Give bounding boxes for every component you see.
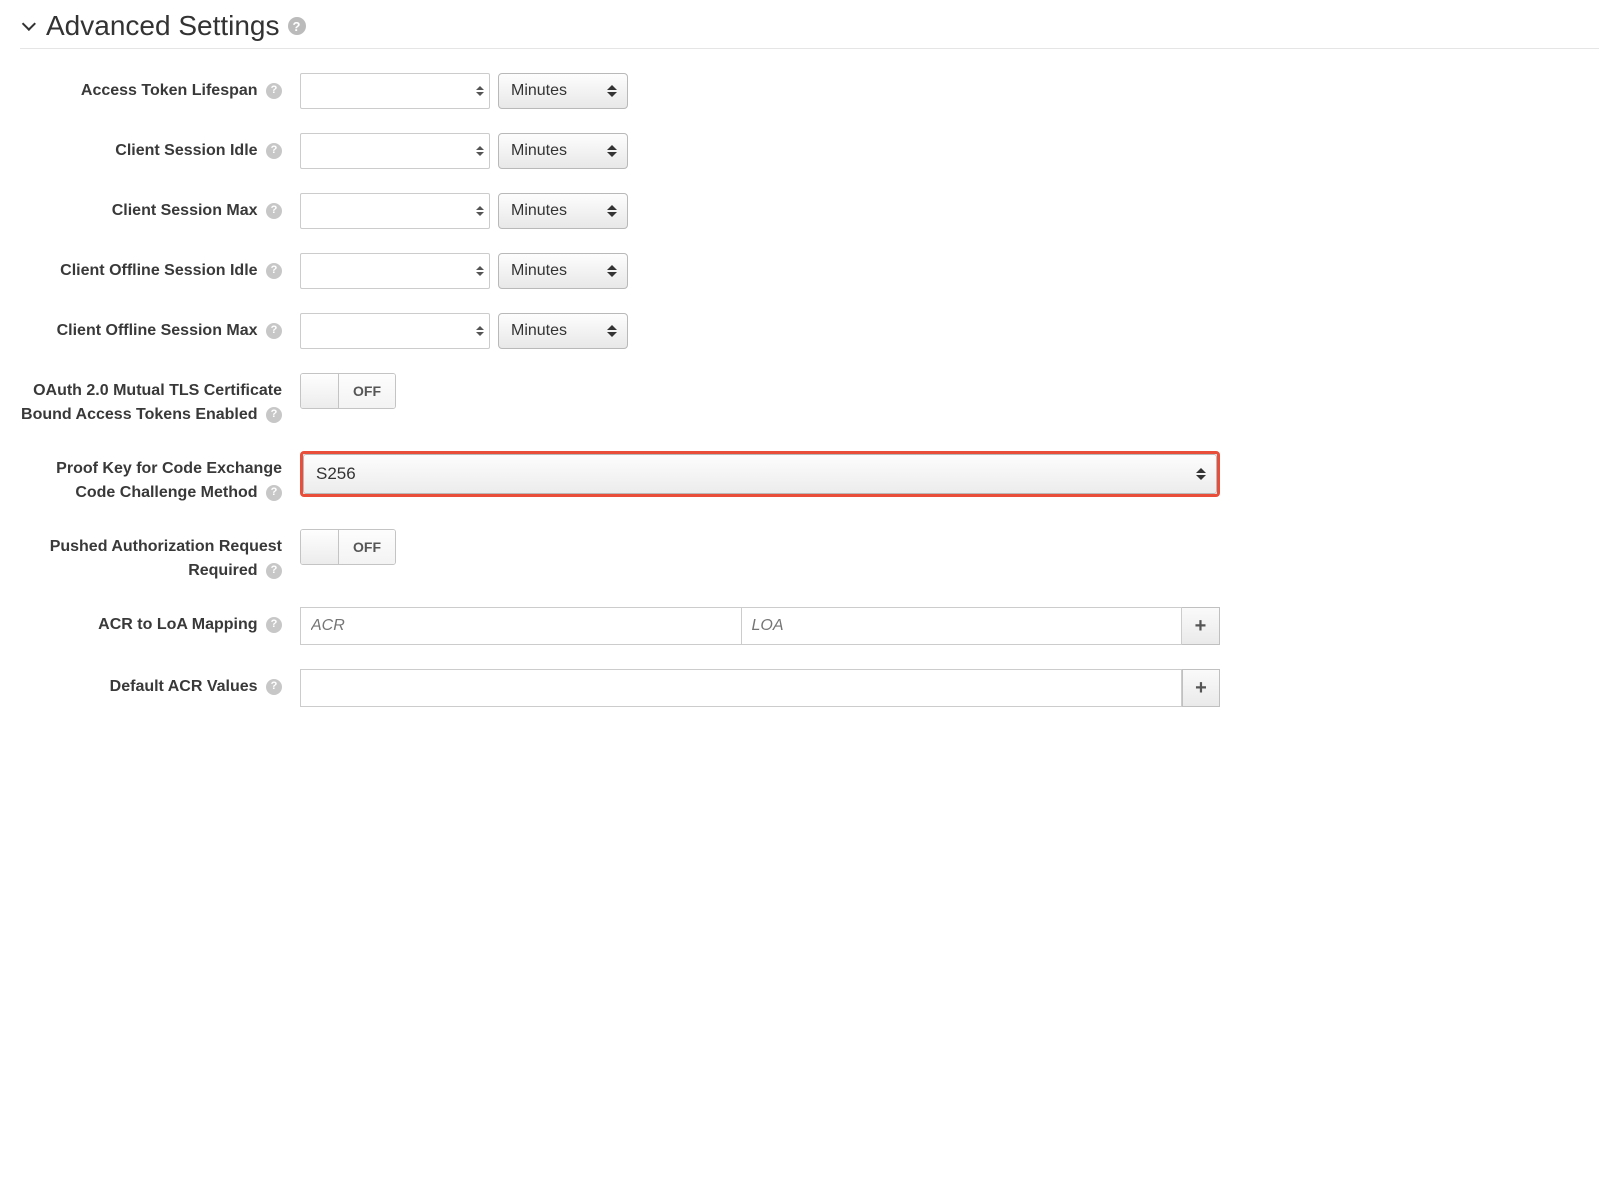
row-par-required: Pushed Authorization Request Required ? … [20, 529, 1599, 583]
spinner-icon[interactable] [476, 146, 484, 156]
help-icon[interactable]: ? [266, 407, 282, 423]
add-acr-value-button[interactable]: + [1182, 669, 1220, 707]
client-offline-session-max-unit-select[interactable]: Minutes [498, 313, 628, 349]
client-offline-session-idle-input[interactable] [300, 253, 490, 289]
help-icon[interactable]: ? [266, 203, 282, 219]
select-caret-icon [607, 205, 617, 217]
row-mtls-tokens-enabled: OAuth 2.0 Mutual TLS Certificate Bound A… [20, 373, 1599, 427]
row-client-offline-session-max: Client Offline Session Max ? Minutes [20, 313, 1599, 349]
help-icon[interactable]: ? [266, 83, 282, 99]
default-acr-row: + [300, 669, 1220, 707]
select-caret-icon [607, 145, 617, 157]
add-mapping-button[interactable]: + [1182, 607, 1220, 645]
help-icon[interactable]: ? [266, 679, 282, 695]
toggle-state-label: OFF [339, 374, 395, 408]
access-token-lifespan-input-wrap [300, 73, 490, 109]
client-offline-session-max-input[interactable] [300, 313, 490, 349]
label-acr-loa-mapping: ACR to LoA Mapping ? [20, 607, 300, 637]
label-access-token-lifespan: Access Token Lifespan ? [20, 73, 300, 103]
label-client-session-max: Client Session Max ? [20, 193, 300, 223]
row-client-offline-session-idle: Client Offline Session Idle ? Minutes [20, 253, 1599, 289]
help-icon[interactable]: ? [266, 563, 282, 579]
section-title: Advanced Settings [46, 10, 280, 42]
label-par-required: Pushed Authorization Request Required ? [20, 529, 300, 583]
label-client-offline-session-max: Client Offline Session Max ? [20, 313, 300, 343]
toggle-state-label: OFF [339, 530, 395, 564]
select-caret-icon [607, 325, 617, 337]
pkce-method-select[interactable]: S256 [303, 454, 1217, 494]
row-acr-loa-mapping: ACR to LoA Mapping ? + [20, 607, 1599, 645]
help-icon[interactable]: ? [266, 485, 282, 501]
default-acr-values-input[interactable] [300, 669, 1182, 707]
label-pkce-method: Proof Key for Code Exchange Code Challen… [20, 451, 300, 505]
row-client-session-idle: Client Session Idle ? Minutes [20, 133, 1599, 169]
spinner-icon[interactable] [476, 206, 484, 216]
acr-input[interactable] [300, 607, 742, 645]
row-client-session-max: Client Session Max ? Minutes [20, 193, 1599, 229]
label-default-acr-values: Default ACR Values ? [20, 669, 300, 699]
help-icon[interactable]: ? [266, 143, 282, 159]
toggle-handle [301, 530, 339, 564]
label-client-session-idle: Client Session Idle ? [20, 133, 300, 163]
label-client-offline-session-idle: Client Offline Session Idle ? [20, 253, 300, 283]
select-caret-icon [607, 85, 617, 97]
access-token-lifespan-input[interactable] [300, 73, 490, 109]
mtls-tokens-toggle[interactable]: OFF [300, 373, 396, 409]
label-mtls-tokens-enabled: OAuth 2.0 Mutual TLS Certificate Bound A… [20, 373, 300, 427]
client-session-idle-input[interactable] [300, 133, 490, 169]
client-session-max-unit-select[interactable]: Minutes [498, 193, 628, 229]
access-token-lifespan-unit-select[interactable]: Minutes [498, 73, 628, 109]
spinner-icon[interactable] [476, 266, 484, 276]
select-caret-icon [607, 265, 617, 277]
select-caret-icon [1196, 468, 1206, 480]
help-icon[interactable]: ? [266, 323, 282, 339]
toggle-handle [301, 374, 339, 408]
client-session-idle-unit-select[interactable]: Minutes [498, 133, 628, 169]
help-icon[interactable]: ? [288, 17, 306, 35]
acr-loa-row: + [300, 607, 1220, 645]
row-access-token-lifespan: Access Token Lifespan ? Minutes [20, 73, 1599, 109]
help-icon[interactable]: ? [266, 263, 282, 279]
section-header[interactable]: Advanced Settings ? [20, 10, 1599, 49]
spinner-icon[interactable] [476, 86, 484, 96]
help-icon[interactable]: ? [266, 617, 282, 633]
par-required-toggle[interactable]: OFF [300, 529, 396, 565]
row-pkce-method: Proof Key for Code Exchange Code Challen… [20, 451, 1599, 505]
chevron-down-icon [22, 17, 36, 31]
client-session-max-input[interactable] [300, 193, 490, 229]
client-offline-session-idle-unit-select[interactable]: Minutes [498, 253, 628, 289]
loa-input[interactable] [742, 607, 1183, 645]
row-default-acr-values: Default ACR Values ? + [20, 669, 1599, 707]
spinner-icon[interactable] [476, 326, 484, 336]
plus-icon: + [1195, 615, 1207, 638]
plus-icon: + [1195, 677, 1207, 700]
